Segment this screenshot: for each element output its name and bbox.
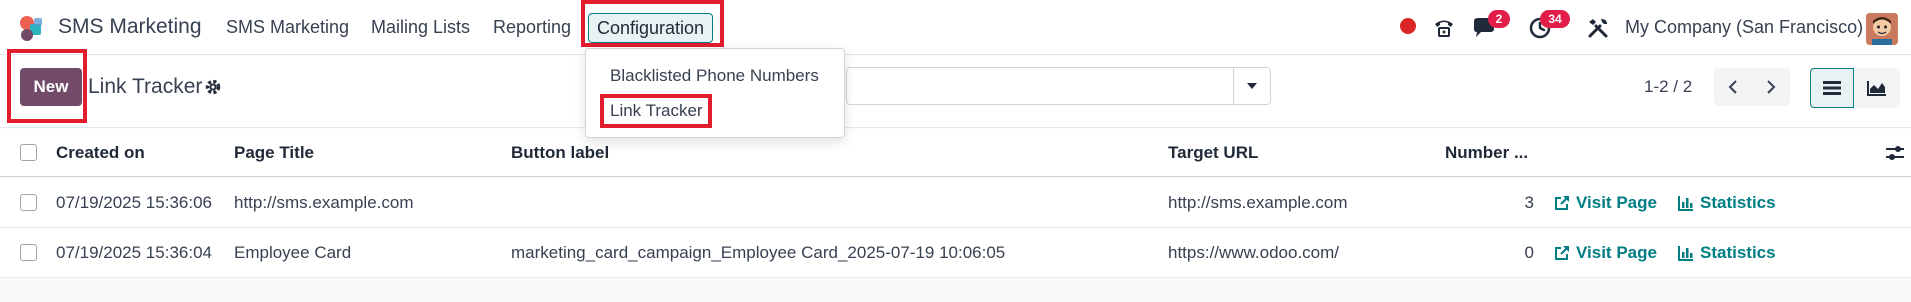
breadcrumb: Link Tracker: [88, 75, 203, 98]
gear-icon[interactable]: [204, 78, 222, 96]
bar-chart-icon: [1678, 246, 1693, 261]
pager-previous-button[interactable]: [1714, 68, 1752, 106]
pager-value[interactable]: 1-2 / 2: [1644, 77, 1692, 97]
table-row[interactable]: 07/19/2025 15:36:04 Employee Card market…: [0, 228, 1911, 278]
cell-target-url: https://www.odoo.com/: [1168, 243, 1340, 262]
debug-tools-icon[interactable]: [1584, 14, 1612, 42]
column-header-page-title[interactable]: Page Title: [234, 143, 314, 163]
list-view-button[interactable]: [1810, 68, 1854, 108]
cell-created-on: 07/19/2025 15:36:06: [56, 193, 212, 212]
app-name[interactable]: SMS Marketing: [58, 15, 202, 39]
empty-list-area: [0, 278, 1911, 302]
visit-page-button[interactable]: Visit Page: [1554, 243, 1657, 263]
user-avatar[interactable]: [1866, 13, 1898, 45]
optional-columns-sliders-icon[interactable]: [1885, 144, 1905, 162]
column-header-number[interactable]: Number ...: [1445, 143, 1528, 163]
highlight-box-new: [7, 49, 87, 123]
column-header-target-url[interactable]: Target URL: [1168, 143, 1258, 163]
search-input[interactable]: [846, 67, 1270, 105]
pager-next-button[interactable]: [1752, 68, 1790, 106]
activities-badge: 34: [1540, 10, 1570, 28]
top-navbar: SMS Marketing SMS Marketing Mailing List…: [0, 0, 1911, 55]
external-link-icon: [1555, 246, 1569, 260]
control-panel: New Link Tracker 1-2 / 2: [0, 49, 1911, 128]
cell-page-title: http://sms.example.com: [234, 193, 414, 212]
visit-page-button[interactable]: Visit Page: [1554, 193, 1657, 213]
chevron-right-icon: [1767, 80, 1776, 94]
menu-sms-marketing[interactable]: SMS Marketing: [226, 17, 349, 38]
menu-item-blacklisted-phone-numbers[interactable]: Blacklisted Phone Numbers: [610, 66, 819, 86]
table-header: Created on Page Title Button label Targe…: [0, 129, 1911, 177]
menu-mailing-lists[interactable]: Mailing Lists: [371, 17, 470, 38]
visit-page-label: Visit Page: [1576, 243, 1657, 262]
row-checkbox[interactable]: [20, 244, 37, 261]
caret-down-icon: [1247, 83, 1257, 89]
app-logo-icon[interactable]: [18, 14, 48, 42]
row-checkbox[interactable]: [20, 194, 37, 211]
menu-reporting[interactable]: Reporting: [493, 17, 571, 38]
table-row[interactable]: 07/19/2025 15:36:06 http://sms.example.c…: [0, 178, 1911, 228]
column-header-created-on[interactable]: Created on: [56, 143, 145, 163]
messages-badge: 2: [1488, 10, 1510, 28]
highlight-box-configuration: [581, 0, 724, 47]
select-all-checkbox[interactable]: [20, 144, 37, 161]
graph-view-button[interactable]: [1854, 68, 1900, 108]
area-chart-icon: [1867, 81, 1886, 96]
external-link-icon: [1555, 196, 1569, 210]
cell-number: 3: [1524, 193, 1534, 212]
recording-indicator-icon[interactable]: [1400, 18, 1416, 34]
company-switcher[interactable]: My Company (San Francisco): [1625, 17, 1863, 38]
column-header-button-label[interactable]: Button label: [511, 143, 609, 163]
statistics-label: Statistics: [1700, 243, 1776, 262]
configuration-dropdown-menu: Blacklisted Phone Numbers Link Tracker: [585, 48, 845, 138]
search-options-toggle[interactable]: [1233, 67, 1271, 105]
chevron-left-icon: [1728, 80, 1737, 94]
cell-target-url: http://sms.example.com: [1168, 193, 1348, 212]
cell-created-on: 07/19/2025 15:36:04: [56, 243, 212, 262]
list-view-icon: [1823, 81, 1841, 95]
statistics-button[interactable]: Statistics: [1678, 243, 1776, 263]
statistics-label: Statistics: [1700, 193, 1776, 212]
cell-number: 0: [1524, 243, 1534, 262]
bar-chart-icon: [1678, 196, 1693, 211]
cell-button-label: marketing_card_campaign_Employee Card_20…: [511, 243, 1006, 262]
highlight-box-link-tracker: [600, 94, 712, 128]
visit-page-label: Visit Page: [1576, 193, 1657, 212]
statistics-button[interactable]: Statistics: [1678, 193, 1776, 213]
cell-page-title: Employee Card: [234, 243, 352, 262]
phone-icon[interactable]: [1430, 14, 1458, 42]
